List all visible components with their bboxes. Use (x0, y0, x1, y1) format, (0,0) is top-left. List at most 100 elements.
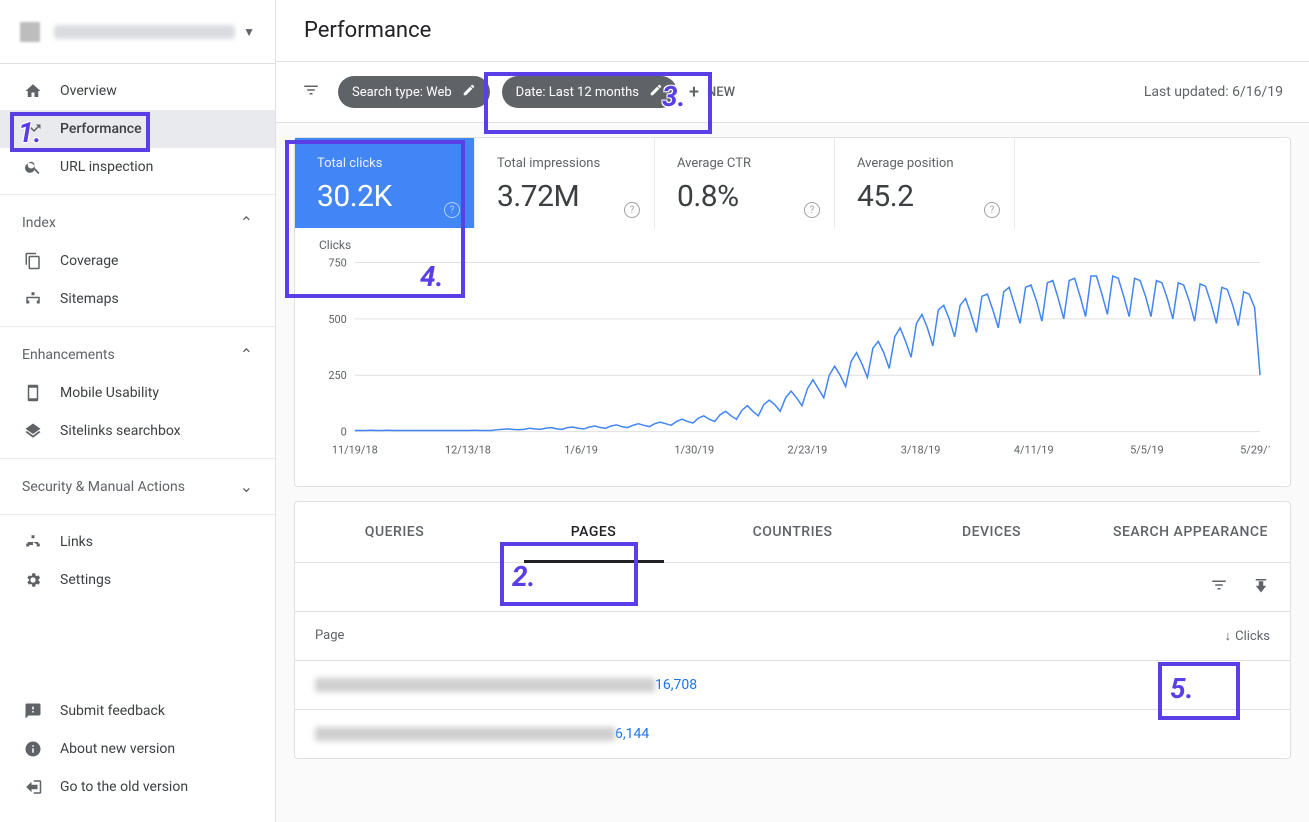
sidebar-item-label: Sitelinks searchbox (60, 423, 181, 439)
copy-icon (22, 252, 44, 270)
table-row[interactable]: 16,708 (295, 660, 1290, 709)
svg-text:3/18/19: 3/18/19 (901, 443, 941, 456)
tab-search-appearance[interactable]: SEARCH APPEARANCE (1091, 502, 1290, 562)
trending-icon (22, 120, 44, 138)
page-title: Performance (276, 0, 1309, 62)
sidebar-item-settings[interactable]: Settings (0, 561, 275, 599)
sidebar-item-label: Performance (60, 121, 142, 137)
info-icon (22, 740, 44, 758)
sidebar-item-label: Mobile Usability (60, 385, 159, 401)
main-content: Performance Search type: Web Date: Last … (276, 0, 1309, 822)
svg-text:500: 500 (328, 313, 346, 326)
metrics-row: Total clicks 30.2K ? Total impressions 3… (295, 138, 1290, 228)
exit-icon (22, 778, 44, 796)
help-icon[interactable]: ? (984, 202, 1000, 218)
chip-date[interactable]: Date: Last 12 months (502, 76, 677, 108)
sidebar-item-label: Settings (60, 572, 111, 588)
sidebar-item-label: About new version (60, 741, 175, 757)
svg-text:0: 0 (341, 426, 347, 439)
phone-icon (22, 384, 44, 402)
table-row[interactable]: 6,144 (295, 709, 1290, 758)
sidebar-item-sitelinks-searchbox[interactable]: Sitelinks searchbox (0, 412, 275, 450)
clicks-chart: 0 250 500 750 11/19/18 12/13/18 1/6/19 1/30/19 2… (315, 252, 1270, 462)
svg-text:12/13/18: 12/13/18 (445, 443, 491, 456)
data-table-card: QUERIES PAGES COUNTRIES DEVICES SEARCH A… (294, 501, 1291, 759)
property-selector[interactable]: ▼ (0, 0, 275, 64)
svg-text:750: 750 (328, 256, 346, 269)
chevron-down-icon: ⌄ (240, 477, 253, 496)
sidebar-header-index[interactable]: Index ⌃ (0, 203, 275, 242)
sidebar-item-url-inspection[interactable]: URL inspection (0, 148, 275, 186)
sidebar-item-label: Coverage (60, 253, 118, 269)
property-icon (20, 22, 40, 42)
svg-text:2/23/19: 2/23/19 (788, 443, 828, 456)
svg-text:5/29/19: 5/29/19 (1240, 443, 1270, 456)
tab-pages[interactable]: PAGES (494, 502, 693, 562)
sidebar-header-security[interactable]: Security & Manual Actions ⌄ (0, 467, 275, 506)
sort-down-icon: ↓ (1225, 628, 1232, 644)
sidebar-item-label: Overview (60, 83, 117, 99)
table-header-clicks[interactable]: ↓ Clicks (1225, 628, 1270, 644)
add-new-button[interactable]: + NEW (689, 82, 735, 103)
last-updated-text: Last updated: 6/16/19 (1144, 84, 1283, 100)
chip-search-type[interactable]: Search type: Web (338, 76, 490, 108)
sidebar-item-label: Links (60, 534, 93, 550)
performance-card: Total clicks 30.2K ? Total impressions 3… (294, 137, 1291, 487)
svg-text:250: 250 (328, 369, 346, 382)
search-icon (22, 158, 44, 176)
chevron-down-icon: ▼ (243, 25, 255, 39)
pencil-icon (649, 83, 663, 101)
metric-total-impressions[interactable]: Total impressions 3.72M ? (475, 138, 655, 228)
gear-icon (22, 571, 44, 589)
page-url-blurred (315, 727, 615, 741)
sidebar-item-label: Sitemaps (60, 291, 119, 307)
tab-devices[interactable]: DEVICES (892, 502, 1091, 562)
sidebar-item-old-version[interactable]: Go to the old version (0, 768, 275, 806)
svg-text:1/6/19: 1/6/19 (564, 443, 598, 456)
sidebar-item-performance[interactable]: Performance (0, 110, 275, 148)
chevron-up-icon: ⌃ (240, 213, 253, 232)
links-icon (22, 533, 44, 551)
filter-bar: Search type: Web Date: Last 12 months + … (276, 62, 1309, 123)
property-label-blurred (54, 25, 235, 39)
sidebar-header-enhancements[interactable]: Enhancements ⌃ (0, 335, 275, 374)
svg-text:1/30/19: 1/30/19 (674, 443, 714, 456)
sidebar-item-sitemaps[interactable]: Sitemaps (0, 280, 275, 318)
metric-average-ctr[interactable]: Average CTR 0.8% ? (655, 138, 835, 228)
layers-icon (22, 422, 44, 440)
chevron-up-icon: ⌃ (240, 345, 253, 364)
sidebar-item-about[interactable]: About new version (0, 730, 275, 768)
download-icon[interactable] (1252, 575, 1270, 599)
sitemap-icon (22, 290, 44, 308)
sidebar: ▼ Overview Performance URL inspection In… (0, 0, 276, 822)
sidebar-item-mobile-usability[interactable]: Mobile Usability (0, 374, 275, 412)
sidebar-item-label: URL inspection (60, 159, 153, 175)
plus-icon: + (689, 82, 699, 103)
pencil-icon (462, 83, 476, 101)
table-header-page: Page (315, 628, 1225, 644)
sidebar-item-feedback[interactable]: Submit feedback (0, 692, 275, 730)
tab-countries[interactable]: COUNTRIES (693, 502, 892, 562)
metric-total-clicks[interactable]: Total clicks 30.2K ? (295, 138, 475, 228)
filter-icon[interactable] (302, 81, 320, 104)
help-icon[interactable]: ? (624, 202, 640, 218)
sidebar-item-overview[interactable]: Overview (0, 72, 275, 110)
tab-queries[interactable]: QUERIES (295, 502, 494, 562)
svg-text:5/5/19: 5/5/19 (1130, 443, 1164, 456)
sidebar-item-label: Submit feedback (60, 703, 165, 719)
svg-text:4/11/19: 4/11/19 (1014, 443, 1054, 456)
chart-label: Clicks (315, 238, 1270, 252)
feedback-icon (22, 702, 44, 720)
sidebar-item-label: Go to the old version (60, 779, 188, 795)
help-icon[interactable]: ? (444, 202, 460, 218)
metric-average-position[interactable]: Average position 45.2 ? (835, 138, 1015, 228)
table-filter-icon[interactable] (1210, 575, 1228, 599)
home-icon (22, 82, 44, 100)
table-header: Page ↓ Clicks (295, 611, 1290, 660)
sidebar-item-coverage[interactable]: Coverage (0, 242, 275, 280)
svg-text:11/19/18: 11/19/18 (332, 443, 378, 456)
tabs-row: QUERIES PAGES COUNTRIES DEVICES SEARCH A… (295, 502, 1290, 563)
sidebar-item-links[interactable]: Links (0, 523, 275, 561)
page-url-blurred (315, 678, 655, 692)
help-icon[interactable]: ? (804, 202, 820, 218)
